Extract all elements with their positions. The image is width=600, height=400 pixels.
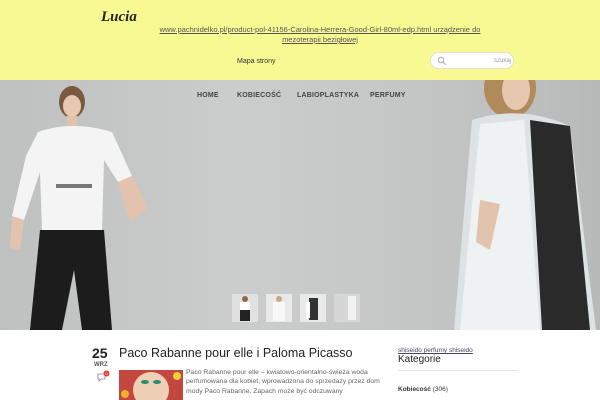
category-count: (306) <box>432 386 448 393</box>
slide-thumb-3-image <box>306 298 318 320</box>
slide-thumb-4-image <box>348 296 356 320</box>
sidebar-top-link[interactable]: shiseido perfumy shiseido <box>398 347 473 354</box>
sidebar-category-item[interactable]: Kobiecość (306) <box>398 386 448 393</box>
site-logo[interactable]: Lucia <box>101 9 137 26</box>
slide-thumb-1-image <box>240 296 250 321</box>
post-thumbnail[interactable] <box>119 370 183 400</box>
sidebar-divider <box>398 370 518 371</box>
hero-model-right-image <box>454 80 596 330</box>
search-input[interactable] <box>449 55 511 66</box>
search-icon[interactable] <box>437 56 447 66</box>
search-box <box>430 52 514 69</box>
comment-icon[interactable]: 0 <box>96 370 110 384</box>
nav-item-home[interactable]: HOME <box>197 92 219 99</box>
post-excerpt: Paco Rabanne pour elle – kwiatowo-orient… <box>186 369 380 395</box>
slide-thumb-2[interactable] <box>266 294 292 322</box>
category-name[interactable]: Kobiecość <box>398 386 431 393</box>
slide-thumb-4[interactable] <box>334 294 360 322</box>
sidebar-categories-heading: Kategorie <box>398 354 441 365</box>
hero-slider: HOME KOBIECOŚĆ LABIOPLASTYKA PERFUMY <box>0 80 600 330</box>
site-header: Lucia www.pachnidelko.pl/product-pol-411… <box>0 0 600 80</box>
nav-item-perfumy[interactable]: PERFUMY <box>370 92 406 99</box>
top-banner-link[interactable]: www.pachnidelko.pl/product-pol-41156-Car… <box>140 25 500 45</box>
slide-thumb-2-image <box>273 296 285 321</box>
hero-model-left-image <box>10 86 148 330</box>
main-navigation: HOME KOBIECOŚĆ LABIOPLASTYKA PERFUMY <box>0 92 600 106</box>
slide-thumb-3[interactable] <box>300 294 326 322</box>
post-thumbnail-image <box>119 370 183 400</box>
slide-thumb-1[interactable] <box>232 294 258 322</box>
post-title[interactable]: Paco Rabanne pour elle i Paloma Picasso <box>119 346 352 360</box>
nav-item-labioplastyka[interactable]: LABIOPLASTYKA <box>297 92 359 99</box>
nav-item-kobiecosc[interactable]: KOBIECOŚĆ <box>237 92 281 99</box>
post-date-day: 25 <box>92 345 108 361</box>
post-date-month: WRZ <box>94 362 108 368</box>
sitemap-link[interactable]: Mapa strony <box>237 58 276 65</box>
